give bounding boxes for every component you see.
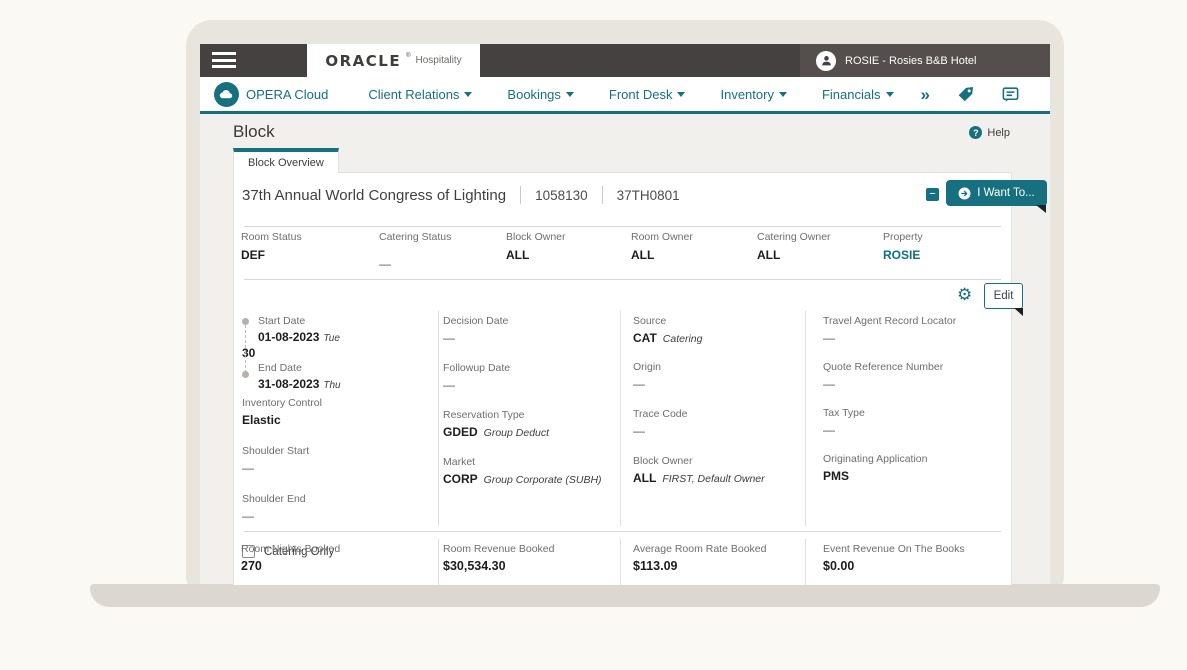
- block-statistics: Room Nights Booked 270 Room Nights Picke…: [234, 537, 1013, 585]
- status-block-owner: Block Owner ALL: [506, 231, 566, 262]
- user-property-menu[interactable]: ROSIE - Rosies B&B Hotel: [800, 44, 1050, 77]
- block-id: 1058130: [535, 187, 588, 203]
- chevron-down-icon: [677, 92, 686, 97]
- field-followup-date: Followup Date —: [443, 362, 511, 392]
- help-icon: ?: [969, 126, 983, 139]
- block-code: 37TH0801: [616, 187, 680, 203]
- field-inventory-control: Inventory Control Elastic: [242, 397, 322, 427]
- block-details: Start Date 01-08-2023 Tue 30 End Date 31-…: [234, 311, 1013, 558]
- divider: [244, 531, 1001, 532]
- help-link[interactable]: ? Help: [969, 126, 1010, 139]
- nav-overflow-icon[interactable]: »: [921, 86, 930, 103]
- nav-right-icons: »: [921, 85, 1050, 104]
- status-room-status: Room Status DEF: [241, 231, 302, 262]
- divider: [601, 186, 603, 204]
- divider: [805, 539, 806, 585]
- field-shoulder-start: Shoulder Start —: [242, 445, 310, 475]
- stay-dates-timeline: Start Date 01-08-2023 Tue 30 End Date 31-…: [242, 315, 430, 391]
- property-name-label: ROSIE - Rosies B&B Hotel: [845, 54, 977, 67]
- divider: [620, 311, 621, 526]
- start-date-value: 01-08-2023 Tue: [258, 330, 340, 344]
- i-want-to-button[interactable]: I Want To...: [946, 180, 1047, 213]
- field-shoulder-end: Shoulder End —: [242, 493, 306, 523]
- field-trace-code: Trace Code —: [633, 408, 688, 438]
- field-origin: Origin —: [633, 361, 662, 391]
- timeline-end-dot: [242, 371, 249, 378]
- gear-icon[interactable]: ⚙: [957, 286, 972, 303]
- nav-client-relations[interactable]: Client Relations: [368, 87, 473, 102]
- field-source: Source CAT Catering: [633, 315, 703, 345]
- divider: [805, 311, 806, 526]
- field-reservation-type: Reservation Type GDED Group Deduct: [443, 409, 550, 439]
- end-date-value: 31-08-2023 Thu: [258, 377, 341, 391]
- arrow-circle-icon: [958, 187, 971, 199]
- nights-count: 30: [242, 346, 256, 360]
- nav-front-desk[interactable]: Front Desk: [609, 87, 686, 102]
- field-tax-type: Tax Type —: [823, 407, 865, 437]
- oracle-hospitality-label: Hospitality: [415, 55, 462, 66]
- laptop-base: [90, 584, 1160, 607]
- status-catering-owner: Catering Owner ALL: [757, 231, 831, 262]
- details-column-references: Travel Agent Record Locator — Quote Refe…: [823, 315, 1005, 496]
- status-summary-row: Room Status DEF Catering Status — Block …: [241, 231, 1007, 271]
- field-decision-date: Decision Date —: [443, 315, 509, 345]
- nav-inventory[interactable]: Inventory: [720, 87, 787, 102]
- main-navbar: OPERA Cloud Client Relations Bookings Fr…: [200, 77, 1050, 114]
- divider: [438, 311, 439, 526]
- stat-event-revenue: Event Revenue On The Books $0.00 Event R…: [823, 543, 965, 573]
- status-catering-status: Catering Status —: [379, 231, 452, 271]
- chevron-down-icon: [778, 92, 787, 97]
- stat-room-nights: Room Nights Booked 270 Room Nights Picke…: [241, 543, 341, 573]
- status-room-owner: Room Owner ALL: [631, 231, 693, 262]
- timeline-start-dot: [242, 318, 249, 325]
- divider: [620, 539, 621, 585]
- details-column-source: Source CAT Catering Origin — Trace Code —…: [633, 315, 801, 498]
- opera-cloud-home[interactable]: OPERA Cloud: [214, 81, 329, 107]
- oracle-logo: ORACLE ® Hospitality: [307, 44, 480, 77]
- nav-items: Client Relations Bookings Front Desk Inv…: [368, 87, 894, 102]
- divider: [244, 279, 1001, 280]
- user-avatar-icon: [816, 50, 836, 71]
- opera-cloud-logo-icon: [214, 81, 239, 107]
- stat-room-revenue: Room Revenue Booked $30,534.30 Room Reve…: [443, 543, 555, 573]
- chevron-down-icon: [464, 92, 473, 97]
- field-block-owner: Block Owner ALL FIRST, Default Owner: [633, 455, 765, 485]
- tag-icon[interactable]: [956, 85, 975, 104]
- chevron-down-icon: [885, 92, 894, 97]
- field-market: Market CORP Group Corporate (SUBH): [443, 456, 602, 486]
- oracle-wordmark: ORACLE: [325, 51, 402, 70]
- divider: [438, 539, 439, 585]
- field-quote-reference-number: Quote Reference Number —: [823, 361, 944, 391]
- field-originating-application: Originating Application PMS: [823, 453, 928, 483]
- laptop-bezel: ORACLE ® Hospitality ROSIE - Rosies B&B H…: [186, 20, 1064, 588]
- status-property: Property ROSIE: [883, 231, 923, 262]
- nav-financials[interactable]: Financials: [822, 87, 894, 102]
- details-column-booking: Decision Date — Followup Date — Reservat…: [443, 315, 615, 499]
- opera-cloud-label: OPERA Cloud: [246, 86, 329, 102]
- field-travel-agent-record-locator: Travel Agent Record Locator —: [823, 315, 957, 345]
- registered-mark: ®: [406, 52, 411, 59]
- block-name: 37th Annual World Congress of Lighting: [242, 186, 507, 204]
- end-date-label: End Date: [258, 362, 302, 374]
- stat-average-room-rate: Average Room Rate Booked $113.09 Average…: [633, 543, 767, 573]
- edit-button[interactable]: Edit: [984, 283, 1023, 316]
- hamburger-menu-icon[interactable]: [212, 52, 236, 69]
- chevron-down-icon: [565, 92, 574, 97]
- details-column-dates: Start Date 01-08-2023 Tue 30 End Date 31-…: [242, 315, 430, 558]
- notes-chat-icon[interactable]: [1001, 85, 1020, 104]
- divider: [520, 186, 522, 204]
- start-date-label: Start Date: [258, 315, 306, 327]
- application-topbar: ORACLE ® Hospitality ROSIE - Rosies B&B H…: [200, 44, 1050, 77]
- block-title-row: 37th Annual World Congress of Lighting 1…: [242, 186, 680, 204]
- block-overview-panel: 37th Annual World Congress of Lighting 1…: [233, 172, 1047, 585]
- divider: [244, 226, 1001, 227]
- nav-bookings[interactable]: Bookings: [507, 87, 574, 102]
- collapse-button[interactable]: −: [926, 188, 939, 201]
- page-title: Block: [233, 122, 275, 141]
- tab-block-overview[interactable]: Block Overview: [233, 148, 339, 173]
- screen: ORACLE ® Hospitality ROSIE - Rosies B&B H…: [200, 44, 1050, 585]
